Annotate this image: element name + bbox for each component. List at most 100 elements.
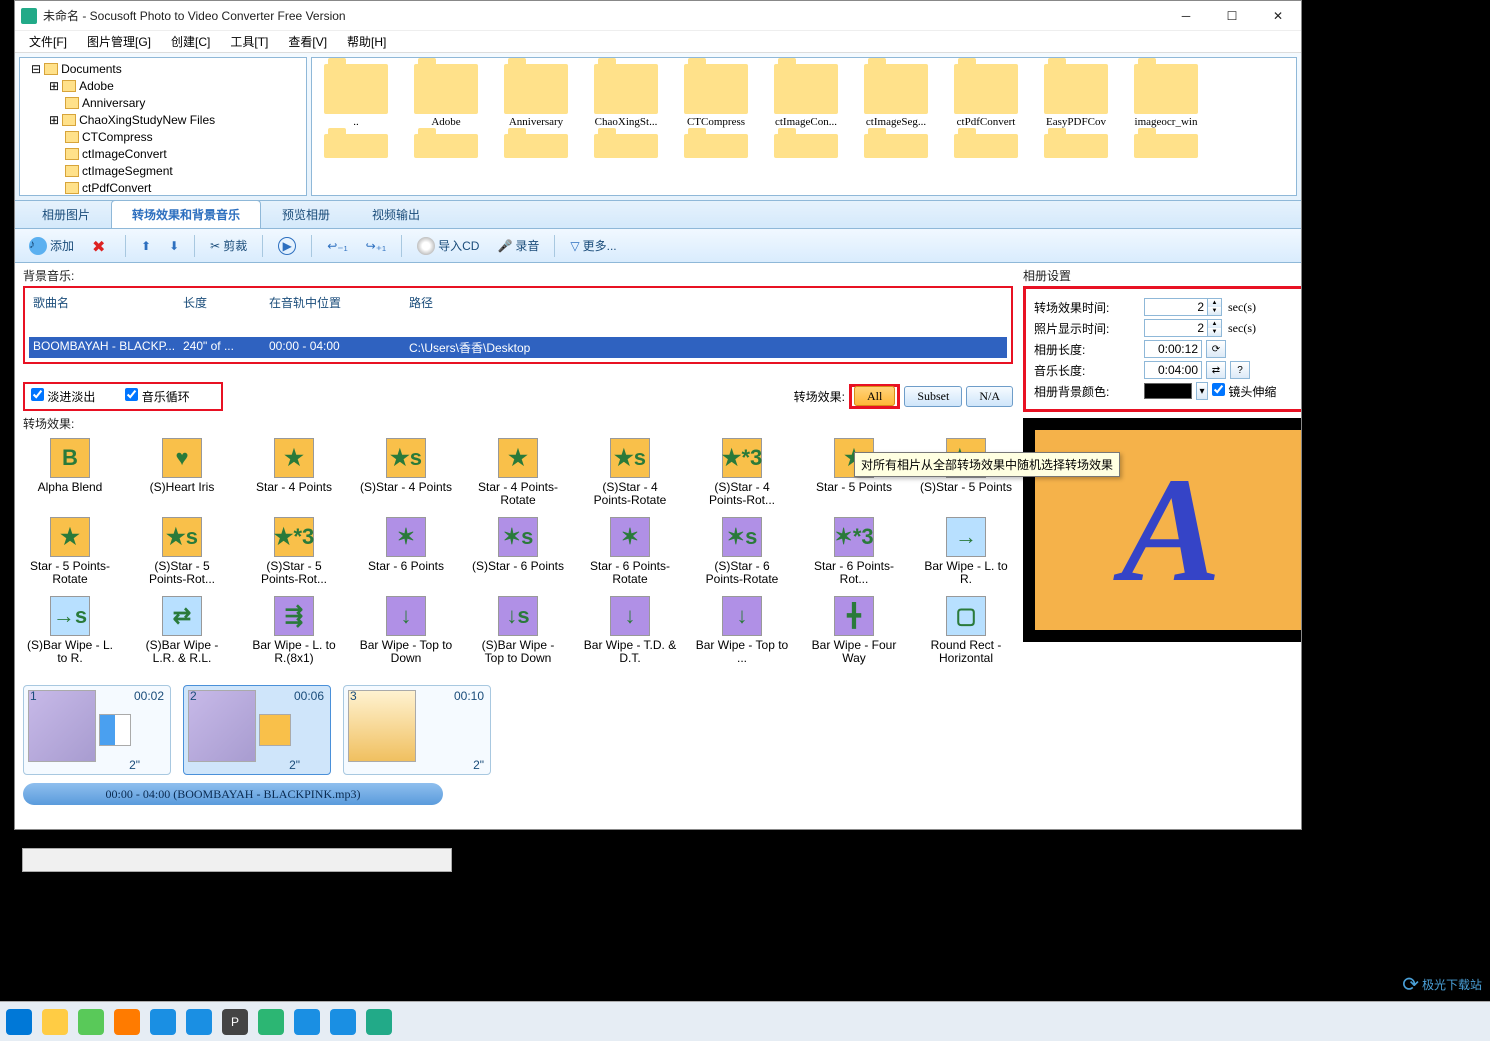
- taskbar-app-icon[interactable]: [330, 1009, 356, 1035]
- folder-thumb[interactable]: ChaoXingSt...: [586, 64, 666, 128]
- maximize-button[interactable]: ☐: [1209, 1, 1255, 31]
- folder-thumb[interactable]: [586, 134, 666, 160]
- transition-effect[interactable]: ▢Round Rect - Horizontal: [919, 596, 1013, 665]
- transition-effect[interactable]: →s(S)Bar Wipe - L. to R.: [23, 596, 117, 665]
- prev-button[interactable]: ↩₋₁: [321, 236, 353, 256]
- trans-dur-input[interactable]: [1144, 298, 1208, 316]
- music-row[interactable]: BOOMBAYAH - BLACKP... 240" of ... 00:00 …: [29, 337, 1007, 358]
- transition-effect[interactable]: ╋Bar Wipe - Four Way: [807, 596, 901, 665]
- transition-effect[interactable]: ★Star - 5 Points-Rotate: [23, 517, 117, 586]
- transition-effect[interactable]: ★s(S)Star - 5 Points-Rot...: [135, 517, 229, 586]
- transition-effect[interactable]: →Bar Wipe - L. to R.: [919, 517, 1013, 586]
- move-down-button[interactable]: ⬇: [163, 236, 185, 256]
- folder-thumb[interactable]: CTCompress: [676, 64, 756, 128]
- filter-na-button[interactable]: N/A: [966, 386, 1013, 407]
- folder-thumb[interactable]: Anniversary: [496, 64, 576, 128]
- folder-thumb[interactable]: [946, 134, 1026, 160]
- folder-thumb[interactable]: [316, 134, 396, 160]
- audio-track[interactable]: 00:00 - 04:00 (BOOMBAYAH - BLACKPINK.mp3…: [23, 783, 443, 805]
- menu-picture[interactable]: 图片管理[G]: [77, 31, 161, 52]
- folder-thumbnails[interactable]: ..AdobeAnniversaryChaoXingSt...CTCompres…: [311, 57, 1297, 196]
- transition-effect[interactable]: ✶Star - 6 Points: [359, 517, 453, 586]
- transition-effect[interactable]: ⇶Bar Wipe - L. to R.(8x1): [247, 596, 341, 665]
- tree-item[interactable]: ctPdfConvert: [82, 181, 151, 195]
- folder-thumb[interactable]: EasyPDFCov: [1036, 64, 1116, 128]
- menu-help[interactable]: 帮助[H]: [337, 31, 396, 52]
- loop-checkbox[interactable]: 音乐循环: [125, 388, 189, 405]
- folder-tree[interactable]: ⊟ Documents ⊞ Adobe Anniversary ⊞ ChaoXi…: [19, 57, 307, 196]
- folder-thumb[interactable]: [856, 134, 936, 160]
- menu-view[interactable]: 查看[V]: [278, 31, 337, 52]
- transition-effect[interactable]: ↓Bar Wipe - Top to Down: [359, 596, 453, 665]
- transition-effect[interactable]: ↓Bar Wipe - Top to ...: [695, 596, 789, 665]
- transition-effect[interactable]: ↓s(S)Bar Wipe - Top to Down: [471, 596, 565, 665]
- menu-create[interactable]: 创建[C]: [161, 31, 220, 52]
- folder-thumb[interactable]: Adobe: [406, 64, 486, 128]
- taskbar-explorer-icon[interactable]: [42, 1009, 68, 1035]
- taskbar-app-icon[interactable]: [150, 1009, 176, 1035]
- transition-effect[interactable]: ⇄(S)Bar Wipe - L.R. & R.L.: [135, 596, 229, 665]
- sync-button[interactable]: ⇄: [1206, 361, 1226, 379]
- tree-item[interactable]: CTCompress: [82, 130, 153, 144]
- tree-item[interactable]: ChaoXingStudyNew Files: [79, 113, 215, 127]
- import-cd-button[interactable]: 导入CD: [411, 234, 485, 258]
- folder-thumb[interactable]: [676, 134, 756, 160]
- tab-transition-music[interactable]: 转场效果和背景音乐: [111, 200, 261, 228]
- transition-effect[interactable]: ✶s(S)Star - 6 Points-Rotate: [695, 517, 789, 586]
- transition-effect[interactable]: ✶Star - 6 Points-Rotate: [583, 517, 677, 586]
- zoom-checkbox[interactable]: 镜头伸缩: [1212, 383, 1276, 400]
- transition-effect[interactable]: ♥(S)Heart Iris: [135, 438, 229, 507]
- menu-tools[interactable]: 工具[T]: [220, 31, 278, 52]
- bgcolor-picker[interactable]: [1144, 383, 1192, 399]
- taskbar-app-icon[interactable]: [258, 1009, 284, 1035]
- taskbar-pdf-icon[interactable]: P: [222, 1009, 248, 1035]
- tree-item[interactable]: ctImageConvert: [82, 147, 167, 161]
- record-button[interactable]: 🎤录音: [491, 234, 545, 257]
- folder-thumb[interactable]: [496, 134, 576, 160]
- menu-file[interactable]: 文件[F]: [19, 31, 77, 52]
- transition-effect[interactable]: ↓Bar Wipe - T.D. & D.T.: [583, 596, 677, 665]
- folder-thumb[interactable]: [406, 134, 486, 160]
- folder-thumb[interactable]: ..: [316, 64, 396, 128]
- folder-thumb[interactable]: ctImageCon...: [766, 64, 846, 128]
- transition-effect[interactable]: ★Star - 4 Points-Rotate: [471, 438, 565, 507]
- transition-effect[interactable]: BAlpha Blend: [23, 438, 117, 507]
- spinner[interactable]: ▲▼: [1208, 319, 1222, 337]
- timeline-item[interactable]: 200:06 2": [183, 685, 331, 775]
- folder-thumb[interactable]: imageocr_win: [1126, 64, 1206, 128]
- transition-effect[interactable]: ★Star - 4 Points: [247, 438, 341, 507]
- folder-thumb[interactable]: [1126, 134, 1206, 160]
- folder-thumb[interactable]: ctPdfConvert: [946, 64, 1026, 128]
- folder-thumb[interactable]: ctImageSeg...: [856, 64, 936, 128]
- transition-effect[interactable]: ★s(S)Star - 4 Points-Rotate: [583, 438, 677, 507]
- cut-button[interactable]: ✂剪裁: [204, 234, 253, 257]
- dropdown-icon[interactable]: ▾: [1196, 382, 1208, 400]
- taskbar-app-icon[interactable]: [294, 1009, 320, 1035]
- tree-item[interactable]: Adobe: [79, 79, 114, 93]
- help-button[interactable]: ?: [1230, 361, 1250, 379]
- next-button[interactable]: ↪₊₁: [360, 236, 392, 256]
- transition-effect[interactable]: ★s(S)Star - 4 Points: [359, 438, 453, 507]
- fade-checkbox[interactable]: 淡进淡出: [31, 388, 95, 405]
- transition-effect[interactable]: ✶s(S)Star - 6 Points: [471, 517, 565, 586]
- tab-video-output[interactable]: 视频输出: [351, 200, 441, 228]
- taskbar-app-icon[interactable]: [78, 1009, 104, 1035]
- move-up-button[interactable]: ⬆: [135, 236, 157, 256]
- taskbar-edge-icon[interactable]: [6, 1009, 32, 1035]
- taskbar-app-icon[interactable]: [186, 1009, 212, 1035]
- tree-item[interactable]: ctImageSegment: [82, 164, 173, 178]
- transition-effect[interactable]: ★*3(S)Star - 5 Points-Rot...: [247, 517, 341, 586]
- timeline-item[interactable]: 300:10 2": [343, 685, 491, 775]
- taskbar-socusoft-icon[interactable]: [366, 1009, 392, 1035]
- taskbar-app-icon[interactable]: [114, 1009, 140, 1035]
- close-button[interactable]: ✕: [1255, 1, 1301, 31]
- filter-all-button[interactable]: All: [854, 386, 895, 406]
- more-button[interactable]: ▽更多...: [564, 234, 622, 257]
- transition-effect[interactable]: ✶*3Star - 6 Points-Rot...: [807, 517, 901, 586]
- folder-thumb[interactable]: [766, 134, 846, 160]
- refresh-button[interactable]: ⟳: [1206, 340, 1226, 358]
- minimize-button[interactable]: ─: [1163, 1, 1209, 31]
- transition-effect[interactable]: ★*3(S)Star - 4 Points-Rot...: [695, 438, 789, 507]
- tree-item[interactable]: Documents: [61, 62, 122, 76]
- add-music-button[interactable]: ♪添加: [23, 234, 80, 258]
